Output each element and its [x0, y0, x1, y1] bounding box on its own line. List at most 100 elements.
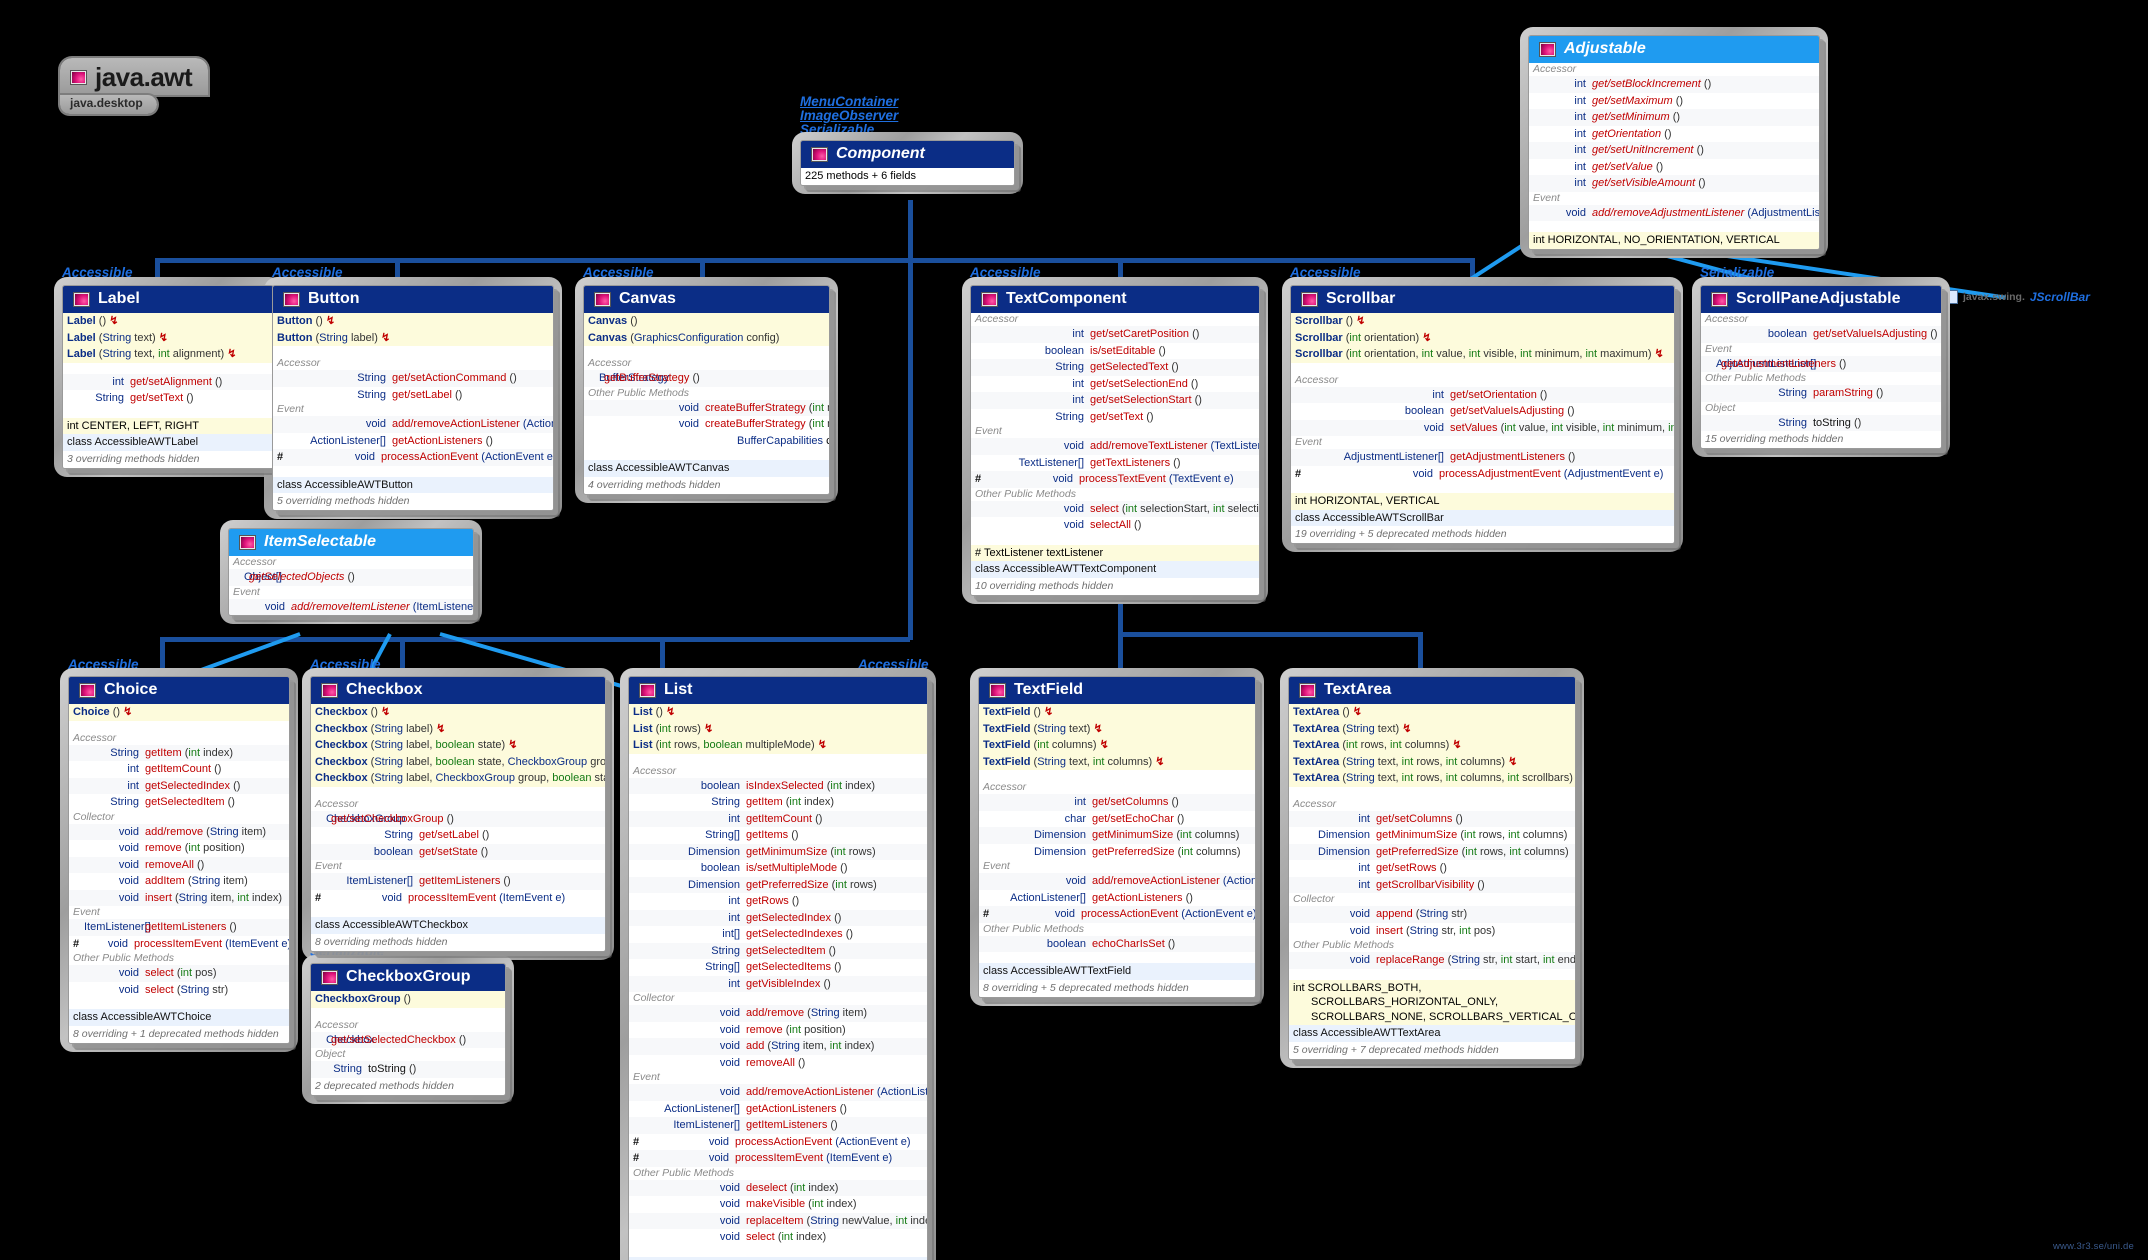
uml-box-checkbox[interactable]: Checkbox Checkbox () ↯ Checkbox (String …: [302, 668, 614, 960]
class-icon: [1299, 682, 1316, 698]
class-icon: [73, 291, 90, 307]
uml-box-adjustable[interactable]: Adjustable Accessor int get/setBlockIncre…: [1520, 27, 1828, 258]
class-icon: [811, 146, 828, 162]
uml-box-choice[interactable]: Choice Choice () ↯ Accessor String getIte…: [60, 668, 298, 1052]
textarea-constants: int SCROLLBARS_BOTH, SCROLLBARS_HORIZONT…: [1289, 979, 1575, 1025]
edge-drop-textfield: [1118, 632, 1123, 670]
uml-box-textfield[interactable]: TextField TextField () ↯ TextField (Stri…: [970, 668, 1264, 1006]
class-icon: [70, 70, 87, 85]
scrollpaneadjustable-header: ScrollPaneAdjustable: [1701, 286, 1941, 313]
uml-box-scrollbar[interactable]: Scrollbar Scrollbar () ↯ Scrollbar (int …: [1282, 277, 1683, 552]
class-icon: [283, 291, 300, 307]
button-inner-class: class AccessibleAWTButton: [273, 476, 553, 493]
label-constants: int CENTER, LEFT, RIGHT: [63, 417, 273, 434]
edge-drop-checkbox: [400, 637, 405, 671]
external-class-jscrollbar[interactable]: javax.swing. JScrollBar: [1942, 290, 2090, 304]
uml-box-scrollpaneadjustable[interactable]: ScrollPaneAdjustable Accessor boolean get…: [1692, 277, 1950, 457]
scrollbar-title: Scrollbar: [1326, 290, 1396, 307]
class-icon: [321, 969, 338, 985]
checkbox-title: Checkbox: [346, 681, 423, 698]
uml-box-checkboxgroup[interactable]: CheckboxGroup CheckboxGroup () Accessor …: [302, 955, 514, 1104]
scrollbar-constants: int HORIZONTAL, VERTICAL: [1291, 493, 1674, 510]
jscrollbar-name: JScrollBar: [2029, 290, 2090, 304]
component-summary: 225 methods + 6 fields: [801, 168, 1014, 185]
textarea-title: TextArea: [1324, 681, 1392, 698]
group-accessor: Accessor: [1529, 63, 1819, 76]
textfield-inner-class: class AccessibleAWTTextField: [979, 963, 1255, 980]
class-icon: [1711, 291, 1728, 307]
button-hidden-note: 5 overriding methods hidden: [273, 493, 553, 510]
uml-box-itemselectable[interactable]: ItemSelectable Accessor Object[] getSelec…: [220, 520, 482, 624]
class-icon: [981, 291, 998, 307]
edge-textcomponent-bus: [1118, 632, 1423, 637]
list-header: List: [629, 677, 927, 704]
label-title: Label: [98, 290, 140, 307]
canvas-title: Canvas: [619, 290, 676, 307]
checkbox-inner-class: class AccessibleAWTCheckbox: [311, 917, 605, 934]
package-badge: java.awt java.desktop: [60, 58, 209, 114]
itemselectable-title: ItemSelectable: [264, 533, 377, 550]
edge-component-bus: [155, 258, 1475, 263]
textarea-header: TextArea: [1289, 677, 1575, 704]
uml-box-textcomponent[interactable]: TextComponent Accessor int get/setCaretPo…: [962, 277, 1268, 604]
canvas-hidden-note: 4 overriding methods hidden: [584, 476, 829, 494]
component-title: Component: [836, 145, 925, 162]
textfield-hidden-note: 8 overriding + 5 deprecated methods hidd…: [979, 979, 1255, 997]
choice-hidden-note: 8 overriding + 1 deprecated methods hidd…: [69, 1025, 289, 1043]
uml-box-label[interactable]: Label Label () ↯ Label (String text) ↯ L…: [54, 277, 282, 477]
adjustable-header: Adjustable: [1529, 36, 1819, 63]
scrollbar-hidden-note: 19 overriding + 5 deprecated methods hid…: [1291, 526, 1674, 543]
list-inner-class: class AccessibleAWTList: [629, 1256, 927, 1260]
textcomponent-hidden-note: 10 overriding methods hidden: [971, 577, 1259, 595]
canvas-header: Canvas: [584, 286, 829, 313]
scrollbar-inner-class: class AccessibleAWTScrollBar: [1291, 509, 1674, 526]
textarea-hidden-note: 5 overriding + 7 deprecated methods hidd…: [1289, 1041, 1575, 1059]
class-icon: [1301, 291, 1318, 307]
method-name: get/setBlockIncrement: [1592, 78, 1701, 90]
uml-box-list[interactable]: List List () ↯ List (int rows) ↯ List (i…: [620, 668, 936, 1260]
button-title: Button: [308, 290, 360, 307]
class-icon: [989, 682, 1006, 698]
checkbox-header: Checkbox: [311, 677, 605, 704]
edge-component-to-lower: [908, 200, 913, 640]
textfield-title: TextField: [1014, 681, 1084, 698]
label-inner-class: class AccessibleAWTLabel: [63, 434, 273, 451]
choice-inner-class: class AccessibleAWTChoice: [69, 1009, 289, 1026]
uml-box-canvas[interactable]: Canvas Canvas () Canvas (GraphicsConfigu…: [575, 277, 838, 503]
uml-box-component[interactable]: Component 225 methods + 6 fields: [792, 132, 1023, 194]
textcomponent-fields: # TextListener textListener: [971, 544, 1259, 561]
component-interfaces[interactable]: MenuContainer ImageObserver Serializable: [800, 95, 898, 137]
edge-drop-choice: [160, 637, 165, 671]
return-type: int: [1574, 78, 1586, 90]
canvas-inner-class: class AccessibleAWTCanvas: [584, 460, 829, 477]
edge-drop-textarea: [1418, 632, 1423, 670]
uml-box-button[interactable]: Button Button () ↯ Button (String label)…: [264, 277, 562, 519]
list-title: List: [664, 681, 693, 698]
adjustable-constants: int HORIZONTAL, NO_ORIENTATION, VERTICAL: [1529, 232, 1819, 249]
checkboxgroup-hidden-note: 2 deprecated methods hidden: [311, 1077, 505, 1095]
label-hidden-note: 3 overriding methods hidden: [63, 450, 273, 468]
class-icon: [79, 682, 96, 698]
adjustable-title: Adjustable: [1564, 40, 1646, 57]
class-icon: [639, 682, 656, 698]
interface-icon: [239, 534, 256, 550]
checkboxgroup-header: CheckboxGroup: [311, 964, 505, 991]
button-header: Button: [273, 286, 553, 313]
class-icon: [594, 291, 611, 307]
checkbox-hidden-note: 8 overriding methods hidden: [311, 933, 605, 951]
checkboxgroup-title: CheckboxGroup: [346, 968, 471, 985]
package-name: java.awt: [95, 62, 193, 92]
package-module: java.desktop: [60, 95, 157, 114]
package-tab: java.awt: [60, 58, 209, 95]
textcomponent-header: TextComponent: [971, 286, 1259, 313]
component-header: Component: [801, 141, 1014, 168]
textarea-inner-class: class AccessibleAWTTextArea: [1289, 1025, 1575, 1042]
label-header: Label: [63, 286, 273, 313]
scrollbar-header: Scrollbar: [1291, 286, 1674, 313]
interface-icon: [1539, 41, 1556, 57]
choice-header: Choice: [69, 677, 289, 704]
textcomponent-inner-class: class AccessibleAWTTextComponent: [971, 561, 1259, 578]
scrollpaneadjustable-title: ScrollPaneAdjustable: [1736, 290, 1901, 307]
uml-box-textarea[interactable]: TextArea TextArea () ↯ TextArea (String …: [1280, 668, 1584, 1068]
class-icon: [321, 682, 338, 698]
